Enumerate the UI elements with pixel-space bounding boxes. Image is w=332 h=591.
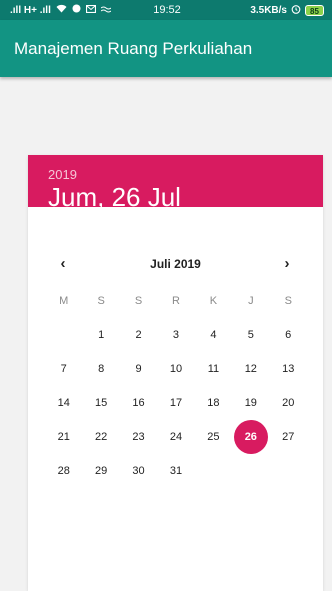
calendar-day[interactable]: 10 — [157, 352, 194, 386]
calendar-day-number: 8 — [98, 363, 105, 375]
calendar-day-number: 7 — [60, 363, 67, 375]
calendar-day-number: 10 — [169, 363, 183, 375]
calendar-day-number: 9 — [135, 363, 142, 375]
calendar-day[interactable]: 21 — [45, 420, 82, 454]
calendar-day-number: 12 — [244, 363, 257, 375]
calendar-day[interactable]: 15 — [82, 386, 119, 420]
weekday-label: R — [172, 295, 180, 307]
calendar-day[interactable]: 27 — [270, 420, 307, 454]
header-year[interactable]: 2019 — [48, 168, 323, 182]
calendar-day[interactable]: 25 — [195, 420, 232, 454]
calendar-day[interactable]: 9 — [120, 352, 157, 386]
battery-icon: 85 — [305, 4, 324, 16]
weekday-label: S — [97, 295, 105, 307]
calendar-day[interactable]: 23 — [120, 420, 157, 454]
calendar-day-number: 19 — [244, 397, 257, 409]
calendar-day-selected[interactable]: 26 — [232, 420, 269, 454]
calendar-day-number: 25 — [207, 431, 220, 443]
calendar-day-number: 13 — [282, 363, 295, 375]
calendar-day[interactable]: 18 — [195, 386, 232, 420]
notification-icon — [72, 4, 81, 16]
status-bar: .ıll H+ .ıll 19:52 3.5KB/s 85 — [0, 0, 332, 20]
signal-icon: .ıll H+ .ıll — [10, 4, 51, 16]
weekday-label: M — [59, 295, 69, 307]
calendar-day-number: 27 — [282, 431, 295, 443]
calendar-day-number: 21 — [57, 431, 70, 443]
calendar-day-number: 26 — [244, 431, 257, 443]
calendar-day-number: 11 — [207, 363, 220, 375]
calendar-day-number: 1 — [98, 329, 105, 341]
calendar-day[interactable]: 13 — [270, 352, 307, 386]
calendar-day[interactable]: 24 — [157, 420, 194, 454]
calendar-day-number: 6 — [285, 329, 292, 341]
calendar-day[interactable]: 2 — [120, 318, 157, 352]
calendar-day[interactable]: 29 — [82, 454, 119, 488]
status-left: .ıll H+ .ıll — [10, 4, 125, 16]
calendar-day-number: 4 — [210, 329, 217, 341]
calendar-day[interactable]: 22 — [82, 420, 119, 454]
calendar-empty-cell — [232, 454, 269, 488]
calendar-day-number: 20 — [282, 397, 295, 409]
weekday-label: K — [209, 295, 218, 307]
status-right: 3.5KB/s 85 — [209, 4, 324, 17]
alarm-icon — [291, 4, 301, 17]
status-time: 19:52 — [153, 4, 181, 16]
calendar-day-number: 23 — [132, 431, 145, 443]
calendar-day[interactable]: 3 — [157, 318, 194, 352]
calendar-day[interactable]: 14 — [45, 386, 82, 420]
calendar-day[interactable]: 20 — [270, 386, 307, 420]
calendar-day-number: 3 — [172, 329, 180, 341]
calendar-day-number: 29 — [95, 465, 108, 477]
calendar-empty-cell — [270, 454, 307, 488]
calendar-day[interactable]: 31 — [157, 454, 194, 488]
calendar-day-number: 30 — [132, 465, 145, 477]
calendar-day-number: 17 — [169, 397, 183, 409]
calendar-day[interactable]: 28 — [45, 454, 82, 488]
calendar-empty-cell — [195, 454, 232, 488]
next-month-button[interactable]: › — [275, 253, 299, 275]
calendar-day[interactable]: 19 — [232, 386, 269, 420]
calendar-empty-cell — [45, 318, 82, 352]
weekday-label: S — [134, 295, 143, 307]
calendar-day-number: 31 — [169, 465, 183, 477]
weekday-header-row: MSSRKJS — [45, 293, 307, 309]
wifi-icon — [56, 4, 67, 16]
calendar-day[interactable]: 11 — [195, 352, 232, 386]
calendar-day-number: 14 — [57, 397, 70, 409]
calendar-day[interactable]: 30 — [120, 454, 157, 488]
app-title: Manajemen Ruang Perkuliahan — [14, 38, 253, 58]
weekday-label: S — [284, 295, 292, 307]
header-date[interactable]: Jum, 26 Jul — [48, 182, 323, 212]
message-icon — [85, 4, 96, 16]
calendar-day-number: 28 — [57, 465, 70, 477]
calendar-day[interactable]: 17 — [157, 386, 194, 420]
calendar-day[interactable]: 5 — [232, 318, 269, 352]
calendar-day[interactable]: 6 — [270, 318, 307, 352]
app-bar: Manajemen Ruang Perkuliahan — [0, 20, 332, 77]
calendar-day-number: 22 — [95, 431, 108, 443]
calendar-day[interactable]: 12 — [232, 352, 269, 386]
calendar-day[interactable]: 1 — [82, 318, 119, 352]
network-speed: 3.5KB/s — [250, 4, 287, 16]
calendar-day-number: 24 — [169, 431, 183, 443]
calendar-day-number: 2 — [135, 329, 142, 341]
weekday-label: J — [248, 295, 254, 307]
calendar-day-number: 16 — [132, 397, 145, 409]
month-navigation: ‹ Juli 2019 › — [28, 253, 323, 275]
date-picker-header: 2019 Jum, 26 Jul — [28, 155, 323, 212]
calendar-day[interactable]: 7 — [45, 352, 82, 386]
date-picker-dialog: 2019 Jum, 26 Jul ‹ Juli 2019 › MSSRKJS 1… — [28, 155, 323, 591]
calendar-day[interactable]: 8 — [82, 352, 119, 386]
calendar-grid: 1 2 3 4 5 6 7 8 9 10 11 12 13 14 15 16 17 18 19 20 21 22 23 24 2… — [45, 318, 307, 488]
wave-icon — [100, 5, 112, 16]
calendar-day-number: 5 — [247, 329, 254, 341]
calendar-day[interactable]: 16 — [120, 386, 157, 420]
calendar-day[interactable]: 4 — [195, 318, 232, 352]
calendar-day-number: 18 — [207, 397, 220, 409]
calendar-day-number: 15 — [95, 397, 108, 409]
